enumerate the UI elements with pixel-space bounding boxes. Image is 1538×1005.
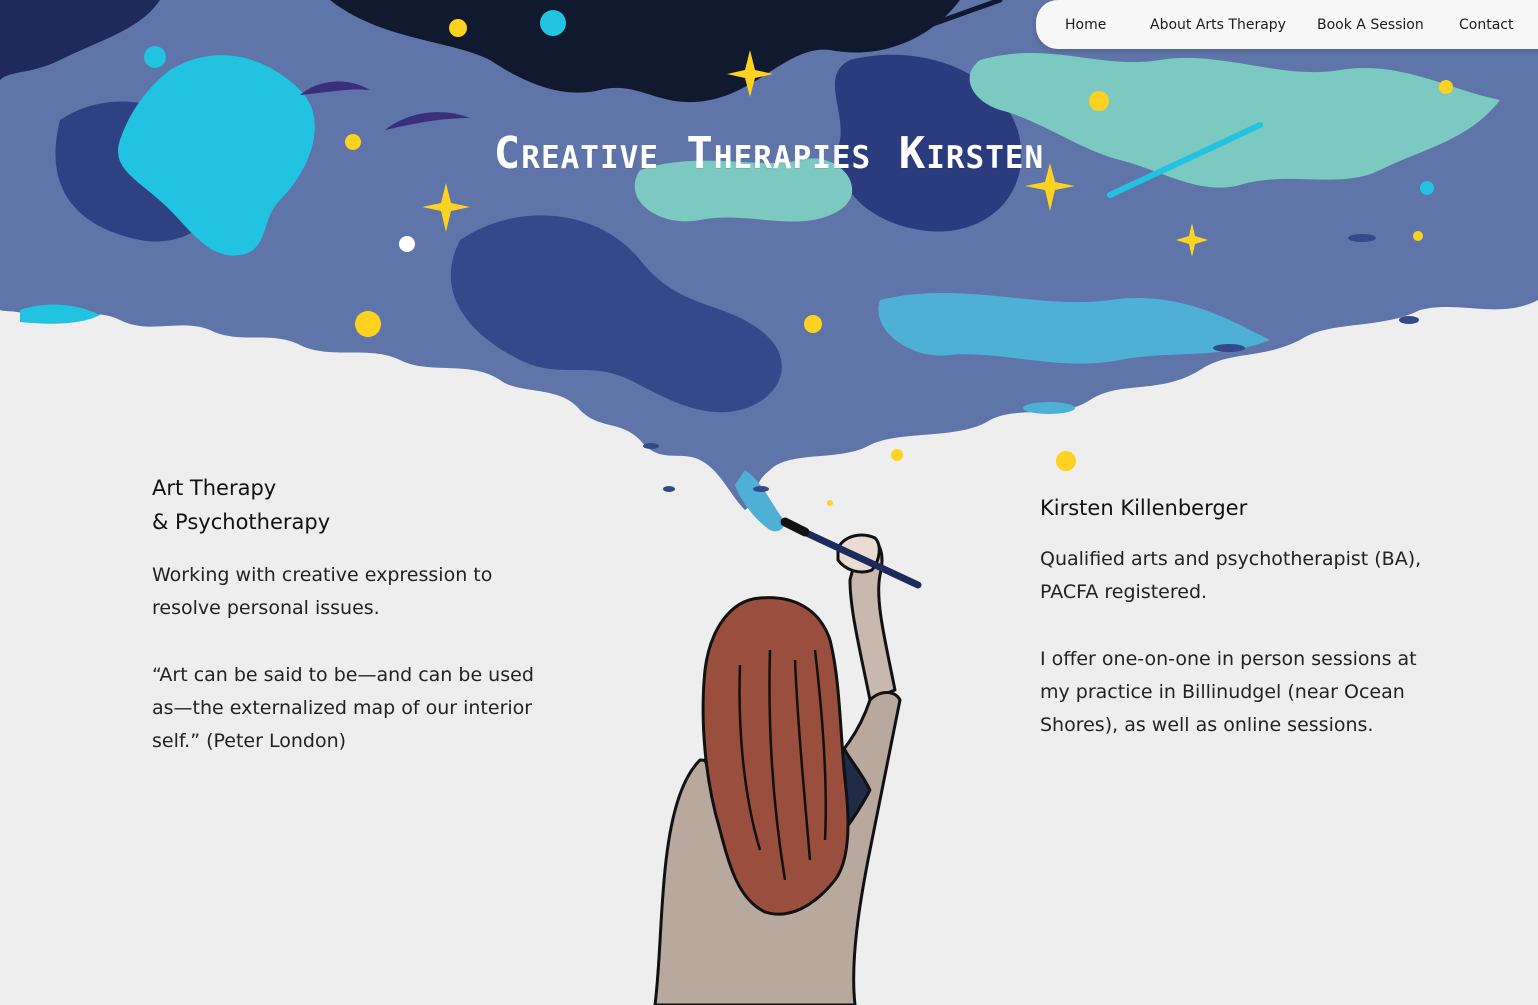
star-dot: [1089, 91, 1109, 111]
cyan-dot: [540, 10, 566, 36]
star-dot: [891, 449, 903, 461]
star-dot: [1439, 80, 1453, 94]
fleck: [1023, 402, 1075, 414]
star-dot: [449, 19, 467, 37]
left-paragraph-intro: Working with creative expression to reso…: [152, 564, 493, 619]
star-dot: [804, 315, 822, 333]
left-column: Art Therapy & Psychotherapy Working with…: [152, 471, 552, 758]
site-title: Creative Therapies Kirsten: [493, 128, 1045, 179]
right-paragraph-sessions: I offer one-on-one in person sessions at…: [1040, 648, 1417, 736]
white-dot: [399, 236, 415, 252]
nav-book-session-link[interactable]: Book A Session: [1317, 17, 1424, 33]
top-navigation: Home About Arts Therapy Book A Session C…: [1036, 0, 1538, 49]
star-dot: [355, 311, 381, 337]
nav-home-link[interactable]: Home: [1065, 17, 1106, 33]
nav-contact-link[interactable]: Contact: [1459, 17, 1513, 33]
cyan-dot: [1420, 181, 1434, 195]
star-dot: [827, 500, 833, 506]
fleck: [1213, 344, 1245, 352]
woman-painting-figure: [653, 533, 902, 1005]
nav-about-arts-therapy-link[interactable]: About Arts Therapy: [1150, 17, 1286, 33]
left-heading-line1: Art Therapy: [152, 476, 277, 500]
star-dot: [1413, 231, 1423, 241]
fleck: [1399, 316, 1419, 324]
star-dot: [1056, 451, 1076, 471]
cyan-dot: [144, 46, 166, 68]
left-heading-line2: & Psychotherapy: [152, 510, 331, 534]
right-heading: Kirsten Killenberger: [1040, 496, 1248, 520]
left-paragraph-quote: “Art can be said to be—and can be used a…: [152, 664, 534, 752]
fleck: [663, 486, 675, 492]
right-column: Kirsten Killenberger Qualified arts and …: [1040, 491, 1440, 742]
right-paragraph-qualifications: Qualified arts and psychotherapist (BA),…: [1040, 548, 1422, 603]
fleck: [753, 486, 769, 492]
fleck: [643, 443, 659, 449]
fleck: [1348, 234, 1376, 242]
